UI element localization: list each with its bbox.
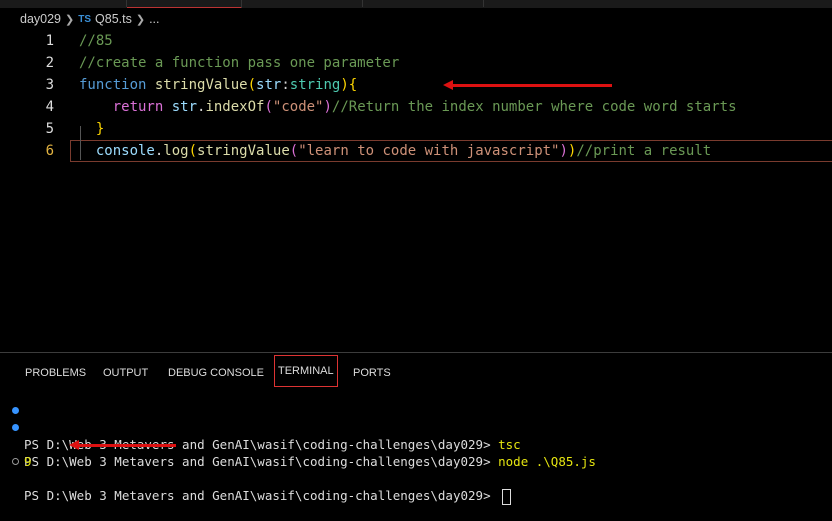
terminal-cursor [502, 488, 512, 505]
code-token: string [289, 77, 341, 93]
terminal-line: PS D:\Web 3 Metavers and GenAI\wasif\cod… [0, 402, 832, 452]
breadcrumb-file[interactable]: Q85.ts [95, 12, 132, 26]
code-token: ( [247, 77, 257, 93]
line-number: 2 [45, 55, 54, 71]
breadcrumb-more[interactable]: ... [149, 12, 159, 26]
code-token: ) [559, 143, 568, 159]
code-token: log [163, 143, 189, 159]
code-token: str [256, 77, 282, 93]
line-number: 4 [45, 99, 54, 115]
tab-debug-console[interactable]: DEBUG CONSOLE [168, 363, 264, 383]
editor-tab[interactable] [363, 0, 484, 7]
line-number: 3 [45, 77, 54, 93]
panel-tabs: PROBLEMS OUTPUT DEBUG CONSOLE TERMINAL P… [0, 353, 832, 389]
code-token: ( [188, 143, 198, 159]
code-text: return str.indexOf("code")//Return the i… [79, 96, 737, 118]
code-text: //85 [79, 30, 113, 52]
line-number: 6 [45, 143, 54, 159]
code-text: } [79, 118, 104, 140]
tab-output[interactable]: OUTPUT [103, 363, 148, 383]
chevron-right-icon: ❯ [65, 13, 75, 26]
code-token: ( [264, 99, 273, 115]
typescript-file-icon: TS [78, 13, 92, 25]
code-token: ( [289, 143, 299, 159]
code-token: stringValue [197, 143, 290, 159]
terminal-line: PS D:\Web 3 Metavers and GenAI\wasif\cod… [0, 453, 832, 505]
code-token: return [79, 99, 172, 115]
editor-tab[interactable] [242, 0, 363, 7]
code-token: str [171, 99, 198, 115]
code-token: "code" [272, 99, 324, 115]
code-token: : [281, 77, 290, 93]
tab-ports[interactable]: PORTS [353, 363, 391, 383]
code-line[interactable]: 3 function stringValue(str:string){ [0, 74, 832, 96]
command-pending-dot-icon [12, 458, 19, 465]
code-line[interactable]: 4 return str.indexOf("code")//Return the… [0, 96, 832, 118]
chevron-right-icon: ❯ [135, 13, 146, 26]
tab-terminal[interactable]: TERMINAL [274, 355, 338, 387]
code-token: } [79, 121, 105, 137]
terminal-prompt: PS D:\Web 3 Metavers and GenAI\wasif\cod… [24, 488, 499, 503]
breadcrumb: day029 ❯ TS Q85.ts ❯ ... [0, 8, 832, 30]
code-token: "learn to code with javascript" [298, 143, 560, 159]
annotation-arrow [443, 80, 612, 90]
code-line[interactable]: 6 console.log(stringValue("learn to code… [0, 140, 832, 162]
command-success-dot-icon[interactable] [12, 407, 19, 414]
code-token: function [79, 77, 147, 93]
code-token: indexOf [205, 99, 265, 115]
code-token: //create a function pass one parameter [79, 55, 400, 71]
code-token: console [79, 143, 155, 159]
tab-problems[interactable]: PROBLEMS [25, 363, 86, 383]
code-line[interactable]: 5 } [0, 118, 832, 140]
editor-tab-strip [0, 0, 832, 9]
editor-tab[interactable] [0, 0, 127, 7]
code-token: stringValue [154, 77, 248, 93]
code-text: //create a function pass one parameter [79, 52, 399, 74]
code-text: function stringValue(str:string){ [79, 74, 357, 96]
code-token: { [348, 77, 358, 93]
command-success-dot-icon[interactable] [12, 424, 19, 431]
terminal-line: PS D:\Web 3 Metavers and GenAI\wasif\cod… [0, 419, 832, 469]
code-line[interactable]: 1 //85 [0, 30, 832, 52]
breadcrumb-folder[interactable]: day029 [20, 12, 61, 26]
code-token: //Return the index number where code wor… [331, 99, 737, 115]
code-token: //print a result [576, 143, 712, 159]
annotation-arrow [69, 440, 176, 450]
code-token: ) [323, 99, 332, 115]
code-editor[interactable]: 1 //85 2 //create a function pass one param… [0, 30, 832, 352]
line-number: 1 [45, 33, 54, 49]
code-line[interactable]: 2 //create a function pass one parameter [0, 52, 832, 74]
code-text: console.log(stringValue("learn to code w… [79, 140, 711, 162]
code-token: ) [340, 77, 349, 93]
line-number: 5 [45, 121, 54, 137]
code-token: //85 [79, 33, 113, 49]
